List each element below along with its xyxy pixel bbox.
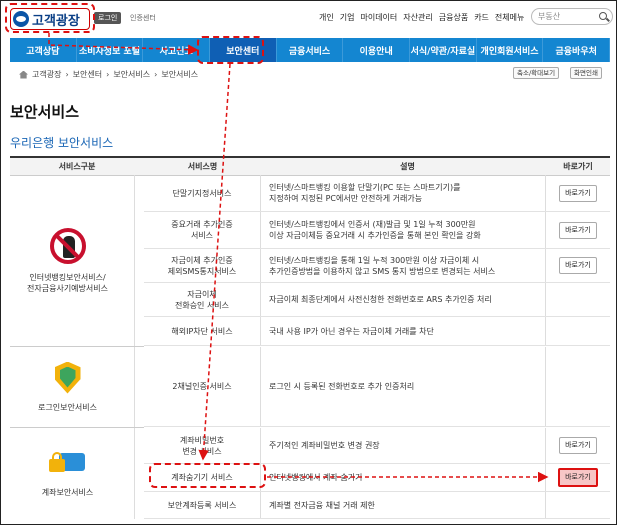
nav-item-customer-consult[interactable]: 고객상담 (10, 38, 77, 62)
service-name: 보안계좌등록 서비스 (144, 492, 261, 518)
browser-frame: 고객광장 로그인 인증센터 개인 기업 마이데이터 자산관리 금융상품 카드 전… (0, 0, 617, 525)
table-row: 자금이체 추가인증 제외SMS통지서비스 인터넷/스마트뱅킹을 통해 1일 누적… (144, 249, 610, 283)
group-internet-banking: 인터넷뱅킹보안서비스/ 전자금융사기예방서비스 (1, 175, 135, 346)
go-button[interactable]: 바로가기 (559, 257, 597, 274)
top-menu-item[interactable]: 금융상품 (439, 12, 468, 23)
group-label: 로그인보안서비스 (38, 402, 97, 412)
service-desc: 로그인 시 등록된 전화번호로 추가 인증처리 (261, 347, 546, 426)
main-nav: 고객상담 소비자정보 포털 사고신고 보안센터 금융서비스 이용안내 서식/약관… (10, 38, 611, 62)
go-button[interactable]: 바로가기 (559, 184, 597, 202)
table-header: 서비스구분 서비스명 설명 바로가기 (10, 158, 610, 176)
breadcrumb-item[interactable]: 보안서비스 (113, 69, 150, 80)
go-button-account-hide[interactable]: 바로가기 (558, 468, 598, 487)
service-name: 자금이체 전화승인 서비스 (144, 283, 261, 316)
top-menu-item[interactable]: 기업 (340, 12, 355, 23)
highlight-logo (5, 3, 95, 33)
table-row: 보안계좌등록 서비스 계좌별 전자금융 채널 거래 제한 (144, 492, 610, 519)
zoom-button[interactable]: 축소/확대보기 (513, 67, 560, 79)
lock-card-icon (48, 449, 87, 479)
service-name: 해외IP차단 서비스 (144, 317, 261, 345)
top-menu-item[interactable]: 카드 (474, 12, 489, 23)
top-menu-item[interactable]: 마이데이터 (360, 12, 397, 23)
highlight-security-center (197, 36, 264, 64)
nav-item-voucher[interactable]: 금융바우처 (543, 38, 611, 62)
breadcrumb-item: 보안서비스 (161, 70, 199, 79)
breadcrumb-item[interactable]: 고객광장 (32, 69, 61, 80)
no-phishing-icon (49, 227, 86, 264)
group-label: 인터넷뱅킹보안서비스/ 전자금융사기예방서비스 (27, 272, 108, 293)
service-name: 2채널인증 서비스 (144, 347, 261, 426)
table-row: 계좌비밀번호 변경 서비스 주기적인 계좌비밀번호 변경 권장 바로가기 (144, 428, 610, 464)
breadcrumb: 고객광장 › 보안센터 › 보안서비스 › 보안서비스 (19, 69, 198, 80)
shield-icon (54, 361, 81, 394)
nav-item-consumer-portal[interactable]: 소비자정보 포털 (77, 38, 144, 62)
print-button[interactable]: 화면인쇄 (570, 67, 602, 79)
nav-item-forms[interactable]: 서식/약관/자료실 (410, 38, 477, 62)
group-login-security: 로그인보안서비스 (1, 347, 135, 427)
service-name: 자금이체 추가인증 제외SMS통지서비스 (144, 249, 261, 282)
top-menu: 개인 기업 마이데이터 자산관리 금융상품 카드 전체메뉴 (319, 12, 524, 23)
header-cell: 서비스구분 (58, 162, 96, 171)
service-desc: 인터넷/스마트뱅킹 이용할 단말기(PC 또는 스마트기기)를 지정하여 지정된… (261, 175, 546, 211)
table-row: 단말기지정서비스 인터넷/스마트뱅킹 이용할 단말기(PC 또는 스마트기기)를… (144, 175, 610, 212)
table-row: 중요거래 추가인증 서비스 인터넷/스마트뱅킹에서 인증서 (재)발급 및 1일… (144, 212, 610, 249)
section-title: 우리은행 보안서비스 (10, 136, 114, 150)
go-button[interactable]: 바로가기 (559, 437, 597, 454)
top-menu-item[interactable]: 전체메뉴 (495, 12, 524, 23)
top-menu-item[interactable]: 자산관리 (403, 12, 432, 23)
go-button[interactable]: 바로가기 (559, 221, 597, 239)
service-desc: 국내 사용 IP가 아닌 경우는 자금이체 거래를 차단 (261, 317, 546, 345)
breadcrumb-item[interactable]: 보안센터 (73, 69, 102, 80)
table-row: 해외IP차단 서비스 국내 사용 IP가 아닌 경우는 자금이체 거래를 차단 (144, 317, 610, 346)
service-desc: 자금이체 최종단계에서 사전신청한 전화번호로 ARS 추가인증 처리 (261, 283, 546, 316)
service-desc: 인터넷뱅킹에서 계좌 숨기기 (261, 464, 546, 491)
nav-item-financial-service[interactable]: 금융서비스 (277, 38, 344, 62)
search-placeholder: 부동산 (538, 12, 561, 21)
header-cell: 서비스명 (187, 162, 218, 171)
service-name: 계좌비밀번호 변경 서비스 (144, 428, 261, 463)
login-button[interactable]: 로그인 (94, 12, 122, 24)
security-service-table: 서비스구분 서비스명 설명 바로가기 (10, 156, 610, 176)
group-label: 계좌보안서비스 (41, 488, 94, 497)
home-icon[interactable] (19, 70, 28, 79)
nav-item-usage-guide[interactable]: 이용안내 (343, 38, 411, 62)
search-box[interactable]: 부동산 (531, 8, 613, 25)
header-cell: 설명 (400, 162, 415, 171)
nav-item-member-service[interactable]: 개인회원서비스 (477, 38, 544, 62)
highlight-account-hide (149, 463, 266, 488)
service-name: 단말기지정서비스 (144, 175, 261, 211)
service-name: 중요거래 추가인증 서비스 (144, 212, 261, 248)
table-row: 자금이체 전화승인 서비스 자금이체 최종단계에서 사전신청한 전화번호로 AR… (144, 283, 610, 317)
table-row: 2채널인증 서비스 로그인 시 등록된 전화번호로 추가 인증처리 (144, 347, 610, 427)
group-account-security: 계좌보안서비스 (1, 428, 135, 519)
header-cell: 바로가기 (563, 162, 593, 171)
search-icon[interactable] (599, 12, 607, 20)
service-desc: 인터넷/스마트뱅킹에서 인증서 (재)발급 및 1일 누적 300만원 이상 자… (261, 212, 546, 248)
page-title: 보안서비스 (10, 103, 80, 121)
service-desc: 계좌별 전자금융 채널 거래 제한 (261, 492, 546, 518)
cert-center-link[interactable]: 인증센터 (130, 12, 156, 24)
service-desc: 주기적인 계좌비밀번호 변경 권장 (261, 428, 546, 463)
top-menu-item[interactable]: 개인 (319, 12, 334, 23)
service-desc: 인터넷/스마트뱅킹을 통해 1일 누적 300만원 이상 자금이체 시 추가인증… (261, 249, 546, 282)
